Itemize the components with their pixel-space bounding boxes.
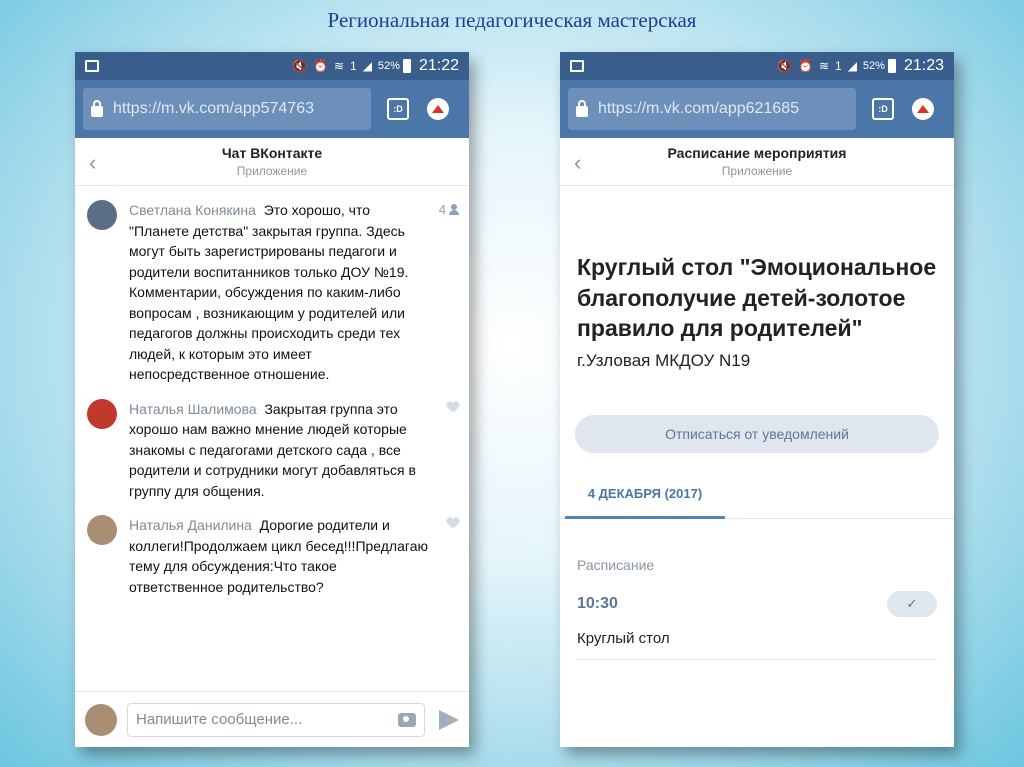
- clock: 21:23: [903, 57, 944, 74]
- url-text: https://m.vk.com/app574763: [113, 100, 314, 117]
- heart-icon[interactable]: [447, 402, 459, 413]
- update-icon[interactable]: [912, 98, 934, 120]
- mute-icon: 🔇: [292, 59, 307, 73]
- chat-message: Наталья Данилина Дорогие родители и колл…: [75, 501, 469, 597]
- status-bar: 🔇 ⏰ ≋ 1 ◢ 52% 21:23: [560, 52, 954, 80]
- gallery-icon: [85, 60, 99, 72]
- browser-toolbar: https://m.vk.com/app621685 :D: [560, 80, 954, 138]
- back-icon[interactable]: ‹: [574, 150, 581, 176]
- app-subtitle: Приложение: [236, 164, 308, 178]
- battery-percent: 52%: [377, 60, 400, 72]
- mute-icon: 🔇: [777, 59, 792, 73]
- camera-icon[interactable]: [398, 712, 416, 727]
- update-icon[interactable]: [427, 98, 449, 120]
- avatar[interactable]: [87, 515, 117, 545]
- schedule-item: Круглый стол: [577, 630, 937, 660]
- check-icon[interactable]: ✓: [887, 590, 937, 617]
- person-icon: [449, 204, 459, 215]
- tab-date[interactable]: 4 ДЕКАБРЯ (2017): [565, 477, 725, 519]
- message-author[interactable]: Светлана Конякина: [129, 202, 256, 218]
- app-header: ‹ Расписание мероприятия Приложение: [560, 138, 954, 186]
- chat-message: Светлана Конякина Это хорошо, что "Плане…: [75, 186, 469, 385]
- status-bar: 🔇 ⏰ ≋ 1 ◢ 52% 21:22: [75, 52, 469, 80]
- avatar[interactable]: [87, 200, 117, 230]
- battery-icon: [887, 59, 896, 73]
- event-page: Круглый стол "Эмоциональное благополучие…: [560, 186, 954, 660]
- signal-icon: ◢: [847, 59, 857, 73]
- heart-icon[interactable]: [447, 518, 459, 529]
- avatar[interactable]: [87, 398, 117, 429]
- chat-message: Наталья Шалимова Закрытая группа это хор…: [75, 385, 469, 502]
- like-count-value: 4: [438, 202, 446, 217]
- clock: 21:22: [418, 57, 459, 74]
- avatar: [85, 703, 117, 736]
- app-title: Чат ВКонтакте: [221, 145, 323, 161]
- event-place: г.Узловая МКДОУ N19: [577, 350, 751, 370]
- schedule-row: 10:30 ✓: [577, 590, 937, 617]
- event-title: Круглый стол "Эмоциональное благополучие…: [577, 254, 937, 341]
- battery-icon: [402, 59, 411, 73]
- lock-icon: [576, 99, 588, 117]
- schedule-label: Расписание: [577, 556, 655, 573]
- wifi-icon: ≋: [818, 59, 829, 73]
- phone-event: 🔇 ⏰ ≋ 1 ◢ 52% 21:23 https://m.vk.com/app…: [560, 52, 954, 747]
- message-author[interactable]: Наталья Данилина: [129, 517, 252, 533]
- message-author[interactable]: Наталья Шалимова: [129, 401, 257, 417]
- message-placeholder: Напишите сообщение...: [136, 711, 303, 728]
- date-tabs: 4 ДЕКАБРЯ (2017): [560, 477, 954, 519]
- schedule: Расписание 10:30 ✓ Круглый стол: [560, 519, 954, 660]
- lock-icon: [91, 99, 103, 117]
- like-count[interactable]: 4: [429, 200, 459, 385]
- message-text: Это хорошо, что "Планете детства" закрыт…: [129, 202, 409, 382]
- slide-title: Региональная педагогическая мастерская: [327, 8, 697, 32]
- schedule-time: 10:30: [577, 594, 618, 612]
- unsubscribe-button[interactable]: Отписаться от уведомлений: [575, 414, 939, 453]
- alarm-icon: ⏰: [797, 59, 813, 73]
- message-input[interactable]: Напишите сообщение...: [127, 702, 425, 737]
- app-subtitle: Приложение: [721, 164, 793, 178]
- send-icon[interactable]: [439, 709, 459, 730]
- signal-icon: ◢: [362, 59, 372, 73]
- gallery-icon: [570, 60, 584, 72]
- chat-feed[interactable]: Светлана Конякина Это хорошо, что "Плане…: [75, 186, 469, 691]
- alarm-icon: ⏰: [312, 59, 328, 73]
- address-bar[interactable]: https://m.vk.com/app621685: [568, 88, 856, 130]
- browser-toolbar: https://m.vk.com/app574763 :D: [75, 80, 469, 138]
- url-text: https://m.vk.com/app621685: [598, 100, 799, 117]
- app-header: ‹ Чат ВКонтакте Приложение: [75, 138, 469, 186]
- tabs-icon[interactable]: :D: [387, 98, 409, 120]
- wifi-icon: ≋: [333, 59, 344, 73]
- message-composer: Напишите сообщение...: [75, 691, 469, 747]
- sim-icon: 1: [350, 59, 357, 73]
- address-bar[interactable]: https://m.vk.com/app574763: [83, 88, 371, 130]
- app-title: Расписание мероприятия: [667, 145, 847, 161]
- tabs-icon[interactable]: :D: [872, 98, 894, 120]
- sim-icon: 1: [835, 59, 842, 73]
- back-icon[interactable]: ‹: [89, 150, 96, 176]
- phone-chat: 🔇 ⏰ ≋ 1 ◢ 52% 21:22 https://m.vk.com/app…: [75, 52, 469, 747]
- battery-percent: 52%: [862, 60, 885, 72]
